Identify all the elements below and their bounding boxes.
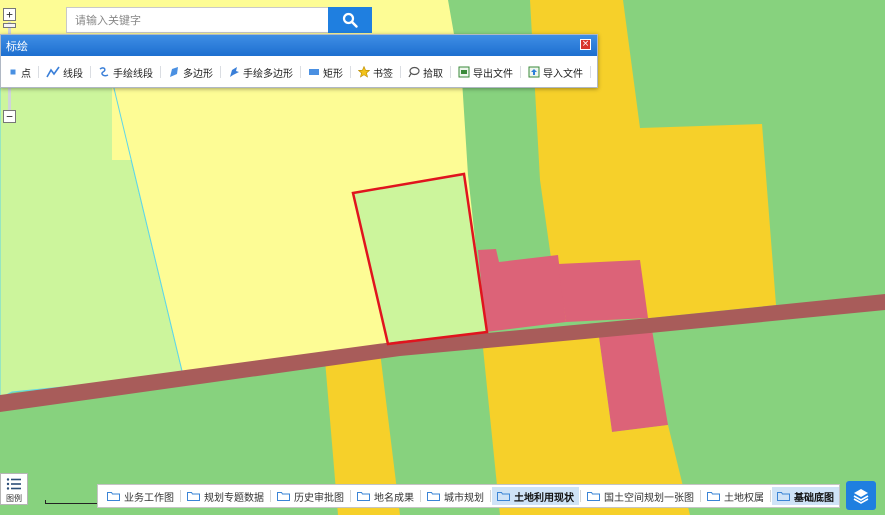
export-file-icon — [458, 66, 470, 78]
draw-toolbar: 点 线段 手绘线段 多边形 手绘多边形 矩形 书签 拾取 导出文件 导入文件 — [1, 62, 591, 82]
zoom-slider-handle[interactable] — [3, 23, 16, 28]
tool-freehand-polygon-label: 手绘多边形 — [243, 68, 293, 80]
tab-label: 规划专题数据 — [204, 492, 264, 504]
legend-button[interactable]: 图例 — [0, 473, 28, 505]
tool-freehand-polygon[interactable]: 手绘多边形 — [221, 63, 300, 81]
folder-icon — [277, 492, 290, 501]
folder-icon — [427, 492, 440, 501]
tool-pick-label: 拾取 — [423, 68, 443, 80]
layers-icon — [853, 488, 869, 504]
zoom-out-button[interactable]: − — [3, 110, 16, 123]
tab-label: 国土空间规划一张图 — [604, 492, 694, 504]
tab-planning-thematic-data[interactable]: 规划专题数据 — [182, 487, 269, 505]
tab-label: 城市规划 — [444, 492, 484, 504]
folder-icon — [587, 492, 600, 501]
tab-territorial-spatial-planning-map[interactable]: 国土空间规划一张图 — [582, 487, 699, 505]
tab-label: 地名成果 — [374, 492, 414, 504]
tab-business-work-map[interactable]: 业务工作图 — [102, 487, 179, 505]
tab-urban-planning[interactable]: 城市规划 — [422, 487, 489, 505]
folder-icon — [187, 492, 200, 501]
draw-panel: 标绘 × 点 线段 手绘线段 多边形 手绘多边形 矩形 书签 拾取 导出文件 导… — [0, 34, 598, 88]
tool-export-file[interactable]: 导出文件 — [451, 63, 520, 81]
tool-freehand-line[interactable]: 手绘线段 — [91, 63, 160, 81]
pink-parcel-2 — [558, 260, 648, 322]
tool-import-file-label: 导入文件 — [543, 68, 583, 80]
tab-label: 历史审批图 — [294, 492, 344, 504]
close-icon[interactable]: × — [580, 39, 591, 50]
rectangle-icon — [309, 69, 319, 75]
polyline-icon — [46, 66, 60, 78]
point-icon — [10, 69, 16, 75]
search-icon — [342, 12, 358, 28]
legend-label: 图例 — [6, 494, 22, 503]
folder-icon — [357, 492, 370, 501]
tool-import-file[interactable]: 导入文件 — [521, 63, 590, 81]
pink-parcel-1 — [478, 249, 566, 332]
tab-label: 业务工作图 — [124, 492, 174, 504]
scale-bar — [45, 500, 99, 504]
folder-icon — [497, 492, 510, 501]
tab-label: 土地利用现状 — [514, 492, 574, 504]
tool-polyline[interactable]: 线段 — [39, 63, 90, 81]
tab-label: 土地权属 — [724, 492, 764, 504]
import-file-icon — [528, 66, 540, 78]
freehand-polygon-icon — [230, 67, 239, 77]
tab-base-map[interactable]: 基础底图 — [772, 487, 839, 505]
tab-land-use-status[interactable]: 土地利用现状 — [492, 487, 579, 505]
tool-polyline-label: 线段 — [63, 68, 83, 80]
layer-tabs: 业务工作图 规划专题数据 历史审批图 地名成果 城市规划 土地利用现状 国土空间… — [97, 484, 840, 508]
search-input[interactable] — [67, 8, 329, 32]
layers-button[interactable] — [846, 481, 876, 510]
star-icon — [358, 66, 370, 78]
tool-point[interactable]: 点 — [1, 63, 38, 81]
tab-historical-approval-map[interactable]: 历史审批图 — [272, 487, 349, 505]
tab-place-name-results[interactable]: 地名成果 — [352, 487, 419, 505]
tab-land-ownership[interactable]: 土地权属 — [702, 487, 769, 505]
tool-bookmark-label: 书签 — [373, 68, 393, 80]
folder-icon — [107, 492, 120, 501]
tool-point-label: 点 — [21, 68, 31, 80]
tool-rectangle[interactable]: 矩形 — [301, 63, 350, 81]
freehand-line-icon — [99, 67, 109, 77]
draw-panel-header: 标绘 × — [1, 35, 597, 56]
tool-export-file-label: 导出文件 — [473, 68, 513, 80]
tab-label: 基础底图 — [794, 492, 834, 504]
polygon-icon — [170, 67, 178, 77]
pick-icon — [408, 66, 420, 78]
folder-icon — [777, 492, 790, 501]
tool-polygon[interactable]: 多边形 — [161, 63, 220, 81]
draw-panel-title: 标绘 — [6, 40, 28, 53]
zoom-in-button[interactable]: + — [3, 8, 16, 21]
tool-freehand-line-label: 手绘线段 — [113, 68, 153, 80]
tool-polygon-label: 多边形 — [183, 68, 213, 80]
list-icon — [6, 478, 21, 490]
tool-rectangle-label: 矩形 — [323, 68, 343, 80]
tool-pick[interactable]: 拾取 — [401, 63, 450, 81]
folder-icon — [707, 492, 720, 501]
search-box — [66, 7, 372, 33]
tool-bookmark[interactable]: 书签 — [351, 63, 400, 81]
search-button[interactable] — [328, 7, 372, 33]
